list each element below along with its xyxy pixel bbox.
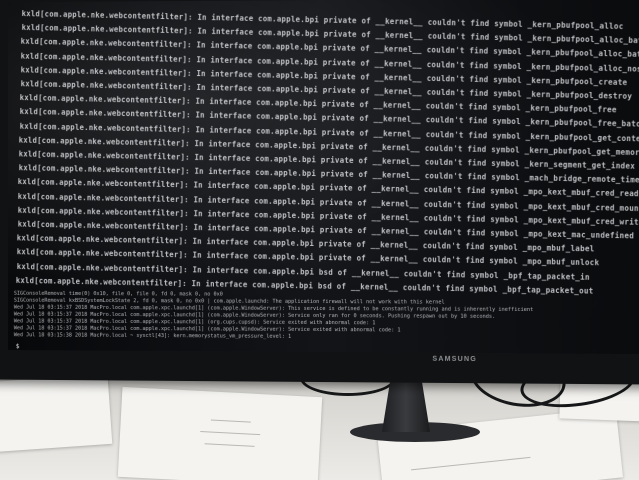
paper-text-line — [204, 443, 255, 447]
terminal-line: SIGConsoleRemoval time(0) 0x10, file 0, … — [13, 290, 223, 298]
kernel-log: kxld[com.apple.nke.webcontentfilter]: In… — [8, 0, 639, 295]
monitor-brand-logo: SAMSUNG — [432, 355, 478, 364]
monitor-screen: kxld[com.apple.nke.webcontentfilter]: In… — [8, 0, 639, 355]
terminal-prompt: $ — [15, 343, 20, 351]
paper-text-line — [411, 456, 531, 471]
paper-sheet-center — [117, 386, 323, 480]
paper-text-line — [200, 430, 261, 436]
monitor: kxld[com.apple.nke.webcontentfilter]: In… — [0, 0, 639, 385]
photo-scene: kxld[com.apple.nke.webcontentfilter]: In… — [0, 0, 639, 480]
paper-sheet-left — [0, 373, 113, 453]
terminal-line: Wed Jul 18 03:15:38 2018 MacPro.local ~ … — [13, 332, 292, 340]
paper-text-line — [210, 419, 251, 423]
